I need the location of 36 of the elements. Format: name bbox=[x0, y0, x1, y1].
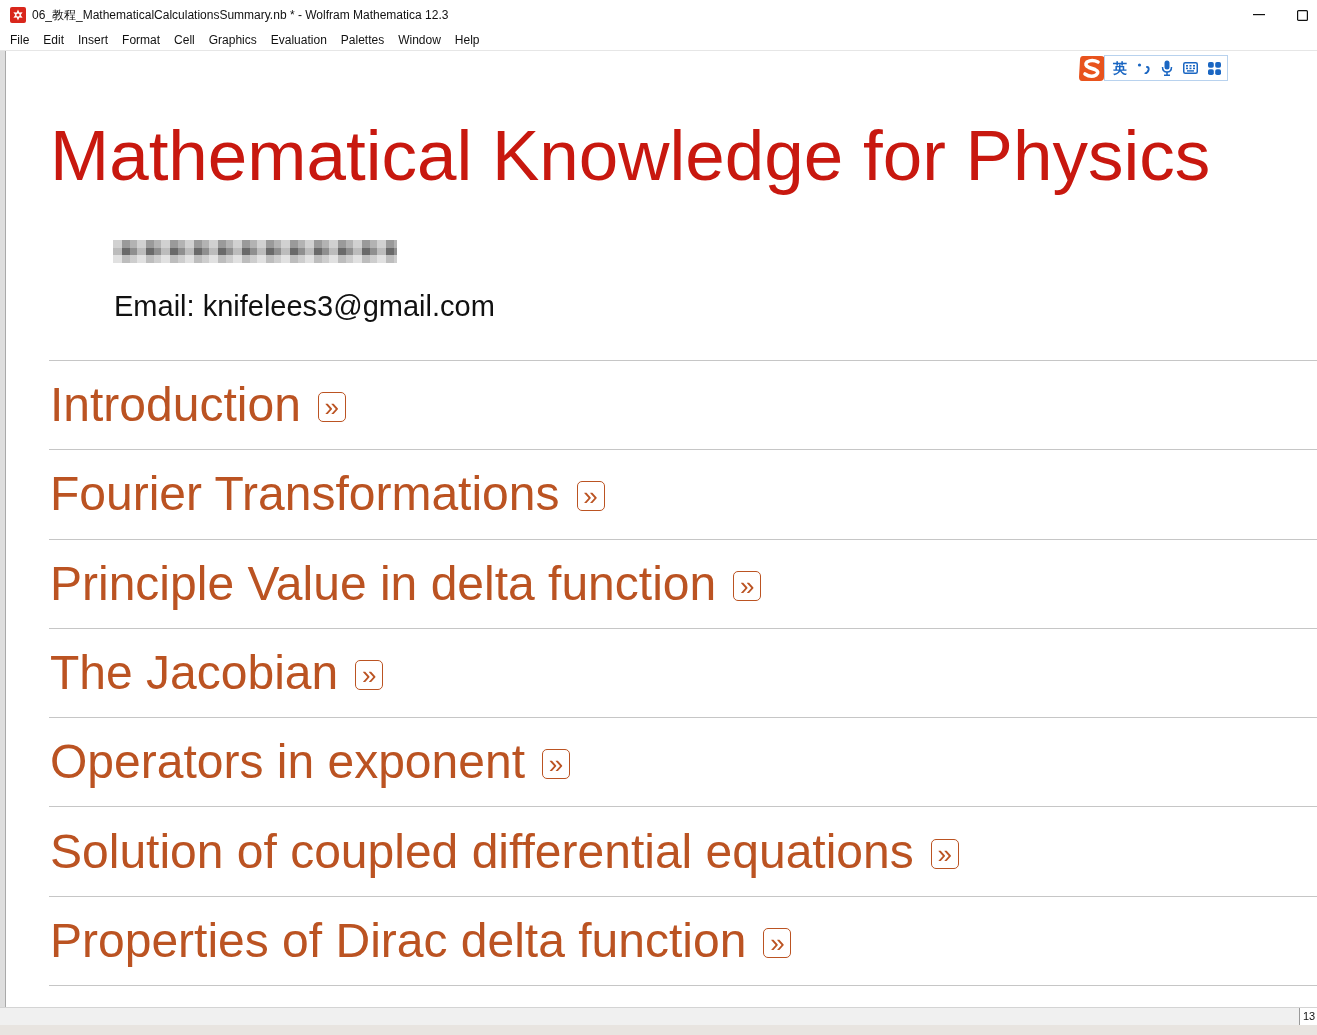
zoom-field[interactable]: 13 bbox=[1299, 1008, 1317, 1025]
section-heading: Properties of Dirac delta function bbox=[50, 912, 747, 969]
section-link-button[interactable]: » bbox=[733, 570, 762, 601]
section-link-button[interactable]: » bbox=[930, 838, 959, 869]
punctuation-icon[interactable] bbox=[1137, 62, 1151, 74]
menu-item[interactable]: Help bbox=[447, 30, 487, 50]
section-link-button[interactable]: » bbox=[763, 927, 792, 958]
keyboard-icon[interactable] bbox=[1183, 62, 1198, 74]
menu-item[interactable]: File bbox=[3, 30, 37, 50]
app-logo-icon bbox=[10, 7, 26, 23]
grid-icon[interactable] bbox=[1208, 61, 1221, 75]
section-heading: Operators in exponent bbox=[50, 734, 525, 791]
notebook-title: Mathematical Knowledge for Physics bbox=[50, 117, 1212, 195]
microphone-icon[interactable] bbox=[1161, 60, 1173, 76]
menu-item[interactable]: Cell bbox=[167, 30, 202, 50]
section-heading: The Jacobian bbox=[50, 645, 339, 702]
menu-item[interactable]: Graphics bbox=[201, 30, 264, 50]
section-heading: Principle Value in delta function bbox=[50, 555, 717, 612]
email-text: Email: knifelees3@gmail.com bbox=[114, 289, 496, 323]
ime-language-toggle[interactable]: 英 bbox=[1113, 60, 1127, 76]
section-link-button[interactable]: » bbox=[355, 660, 384, 691]
minimize-icon[interactable] bbox=[1253, 14, 1265, 16]
menu-item[interactable]: Evaluation bbox=[263, 30, 334, 50]
menu-item[interactable]: Format bbox=[115, 30, 168, 50]
menu-item[interactable]: Palettes bbox=[333, 30, 392, 50]
menu-item[interactable]: Edit bbox=[36, 30, 72, 50]
section-link-button[interactable]: » bbox=[317, 392, 346, 423]
section-heading: Fourier Transformations bbox=[50, 466, 560, 523]
menu-item[interactable]: Insert bbox=[71, 30, 116, 50]
window-title: 06_教程_MathematicalCalculationsSummary.nb * - Wolfram Mathematica 12.3 bbox=[32, 6, 449, 24]
maximize-icon[interactable] bbox=[1297, 9, 1308, 21]
section-heading: Solution of coupled differential equations bbox=[50, 823, 914, 880]
section-heading: Introduction bbox=[50, 377, 301, 434]
section-link-button[interactable]: » bbox=[541, 749, 570, 780]
section-link-button[interactable]: » bbox=[576, 481, 605, 512]
menu-item[interactable]: Window bbox=[391, 30, 448, 50]
